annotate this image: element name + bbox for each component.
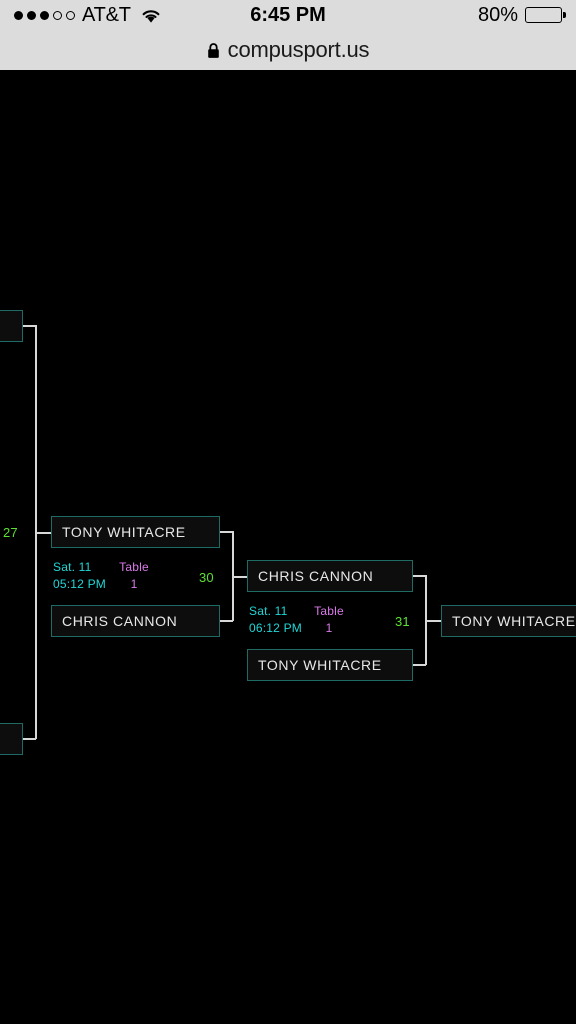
- final-winner-box[interactable]: TONY WHITACRE: [441, 605, 576, 637]
- match-30-date: Sat. 11: [53, 560, 92, 574]
- status-bar-right: 80%: [477, 3, 566, 27]
- match-31-bottom-seed[interactable]: TONY WHITACRE: [247, 649, 413, 681]
- connector-line: [425, 620, 442, 622]
- match-30-top-seed[interactable]: TONY WHITACRE: [51, 516, 220, 548]
- seed-name: CHRIS CANNON: [62, 613, 178, 629]
- connector-line: [23, 738, 36, 740]
- signal-dot-filled: [27, 10, 36, 20]
- status-bar-left: AT&T: [14, 4, 162, 27]
- ios-status-bar: AT&T 6:45 PM 80%: [0, 0, 576, 30]
- signal-dot-empty: [66, 10, 75, 20]
- match-31-date: Sat. 11: [249, 604, 288, 618]
- match-31-table-number: 1: [325, 621, 333, 635]
- match-31-time: 06:12 PM: [249, 621, 302, 635]
- seed-name: TONY WHITACRE: [452, 613, 576, 629]
- connector-line: [413, 664, 426, 666]
- lock-icon: [207, 42, 219, 58]
- tournament-bracket-canvas[interactable]: 27 TONY WHITACRE Sat. 11 05:12 PM Table …: [0, 70, 576, 1024]
- match-30-table-label: Table: [119, 560, 149, 574]
- match-30-bottom-seed[interactable]: CHRIS CANNON: [51, 605, 220, 637]
- match-number-27: 27: [3, 525, 18, 540]
- connector-line: [232, 576, 248, 578]
- match-number-30: 30: [199, 570, 214, 585]
- browser-url-bar[interactable]: compusport.us: [0, 30, 576, 70]
- carrier-label: AT&T: [82, 3, 131, 26]
- signal-dot-empty: [53, 10, 62, 20]
- signal-dot-filled: [14, 10, 23, 20]
- seed-name: TONY WHITACRE: [62, 524, 186, 540]
- match-30-time: 05:12 PM: [53, 577, 106, 591]
- seed-box-offscreen-lower[interactable]: [0, 723, 23, 755]
- match-30-table-number: 1: [130, 577, 138, 591]
- seed-box-offscreen-upper[interactable]: [0, 310, 23, 342]
- seed-name: TONY WHITACRE: [258, 657, 382, 673]
- battery-percent-label: 80%: [477, 3, 518, 26]
- match-31-top-seed[interactable]: CHRIS CANNON: [247, 560, 413, 592]
- connector-line: [35, 532, 52, 534]
- url-text: compusport.us: [227, 37, 370, 62]
- wifi-icon: [142, 9, 160, 23]
- battery-icon: [525, 7, 566, 23]
- signal-strength-dots: [14, 10, 75, 20]
- seed-name: CHRIS CANNON: [258, 568, 374, 584]
- match-number-31: 31: [395, 614, 410, 629]
- match-31-table-label: Table: [314, 604, 344, 618]
- signal-dot-filled: [40, 10, 49, 20]
- connector-line: [220, 620, 233, 622]
